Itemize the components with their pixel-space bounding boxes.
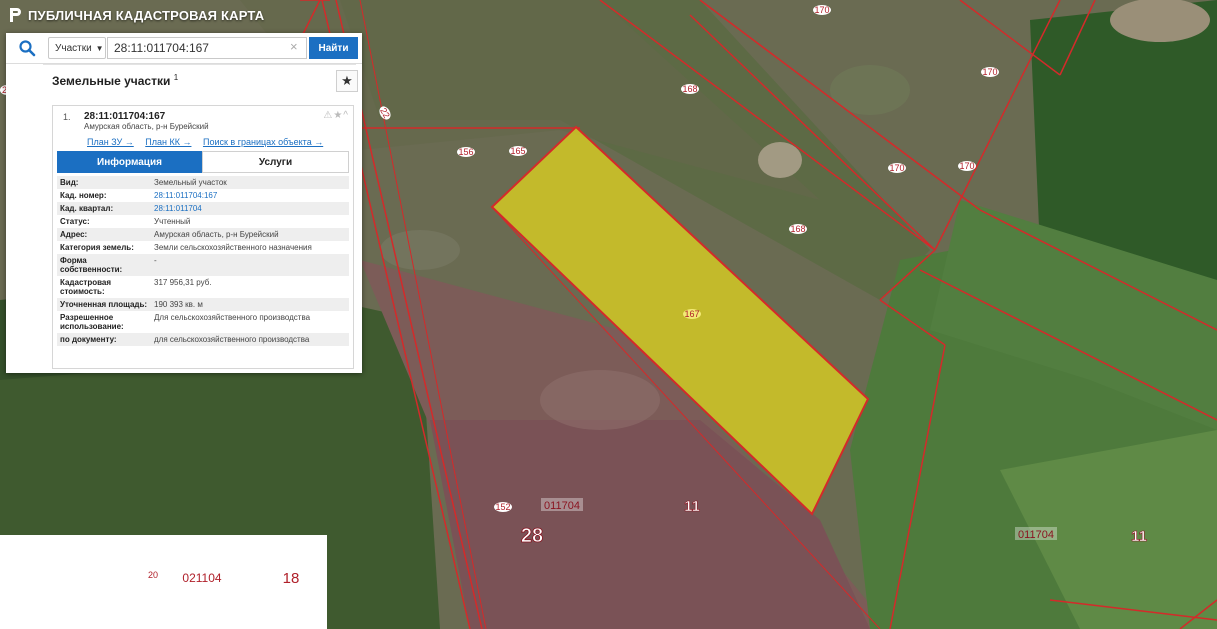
parcel-label: 170	[981, 67, 999, 77]
app-header: ПУБЛИЧНАЯ КАДАСТРОВАЯ КАРТА	[0, 0, 264, 30]
chevron-down-icon: ▼	[95, 43, 104, 53]
table-row: Категория земель: Земли сельскохозяйствен…	[60, 243, 312, 252]
svg-text:168: 168	[682, 84, 697, 94]
table-row: Форма собственности: -	[57, 254, 349, 276]
parcel-label: 156	[457, 147, 475, 157]
star-icon: ★	[341, 73, 353, 88]
svg-text:170: 170	[959, 161, 974, 171]
app-title: ПУБЛИЧНАЯ КАДАСТРОВАЯ КАРТА	[28, 7, 265, 23]
table-row: Статус: Учтенный	[60, 217, 191, 226]
result-tabs: Информация Услуги	[57, 151, 349, 173]
svg-text:152: 152	[495, 502, 510, 512]
warning-icon[interactable]: ⚠	[323, 110, 333, 121]
table-row: Уточненная площадь: 190 393 кв. м	[57, 298, 349, 311]
plan-kk-link[interactable]: План КК →	[145, 137, 191, 147]
favorite-button[interactable]: ★	[336, 70, 358, 92]
svg-text:170: 170	[982, 67, 997, 77]
search-input[interactable]: 28:11:011704:167	[107, 37, 307, 59]
parcel-label: 170	[888, 163, 906, 173]
parcel-label: 165	[509, 146, 527, 156]
parcel-label: 170	[813, 5, 831, 15]
search-type-select[interactable]: Участки ▼	[48, 37, 106, 59]
table-row: Кадастровая стоимость: 317 956,31 руб.	[60, 278, 212, 296]
divider	[43, 64, 356, 65]
tab-info[interactable]: Информация	[57, 151, 202, 173]
region-label: 28	[521, 525, 543, 547]
parcel-label: 170	[958, 161, 976, 171]
district-label: 18	[283, 570, 300, 587]
quarter-label: 011704	[541, 498, 583, 512]
plan-zu-link[interactable]: План ЗУ →	[87, 137, 134, 147]
district-label: 11	[684, 498, 700, 515]
table-row: Кад. квартал: 28:11:011704	[57, 202, 349, 215]
close-icon[interactable]: ×	[290, 40, 298, 54]
card-actions: ⚠★^	[323, 110, 349, 121]
table-row: Кад. номер: 28:11:011704:167	[60, 191, 218, 200]
result-cad-number[interactable]: 28:11:011704:167	[84, 111, 165, 122]
results-heading: Земельные участки 1	[52, 73, 178, 88]
svg-text:011704: 011704	[544, 500, 580, 512]
selected-parcel-label: 167	[683, 309, 701, 319]
svg-text:170: 170	[814, 5, 829, 15]
result-card: 1. 28:11:011704:167 Амурская область, р-…	[52, 105, 354, 369]
results-title: Земельные участки	[52, 74, 171, 88]
svg-text:165: 165	[510, 146, 525, 156]
tab-services[interactable]: Услуги	[202, 151, 349, 173]
svg-text:011704: 011704	[1018, 529, 1054, 541]
table-row: по документу: для сельскохозяйственного п…	[57, 333, 349, 346]
results-count: 1	[173, 73, 179, 82]
find-button[interactable]: Найти	[309, 37, 358, 59]
svg-text:168: 168	[790, 224, 805, 234]
result-index: 1.	[63, 112, 71, 122]
svg-text:156: 156	[458, 147, 473, 157]
parcel-label: 168	[789, 224, 807, 234]
chevron-up-icon[interactable]: ^	[343, 110, 349, 121]
search-in-bounds-link[interactable]: Поиск в границах объекта →	[203, 137, 323, 147]
result-address: Амурская область, р-н Бурейский	[84, 122, 209, 131]
result-links: План ЗУ → План КК → Поиск в границах объ…	[87, 137, 332, 147]
star-icon[interactable]: ★	[333, 110, 343, 121]
parcel-label: 168	[681, 84, 699, 94]
table-row: Разрешенное использование: Для сельскохоз…	[60, 313, 311, 331]
district-label: 11	[1131, 528, 1147, 545]
parcel-label: 20	[148, 570, 158, 580]
quarter-label: 011704	[1015, 527, 1057, 541]
search-icon[interactable]	[18, 39, 36, 57]
svg-text:167: 167	[684, 309, 699, 319]
parcel-label: 152	[494, 502, 512, 512]
table-row: Адрес: Амурская область, р-н Бурейский	[57, 228, 349, 241]
search-type-label: Участки	[55, 42, 92, 54]
properties-table: Вид: Земельный участок Кад. номер: 28:11:0…	[57, 176, 349, 346]
quarter-label: 021104	[182, 571, 221, 585]
search-bar: Участки ▼ 28:11:011704:167 × Найти	[6, 33, 362, 64]
svg-text:170: 170	[889, 163, 904, 173]
logo-icon	[10, 8, 21, 22]
table-row: Вид: Земельный участок	[57, 176, 349, 189]
